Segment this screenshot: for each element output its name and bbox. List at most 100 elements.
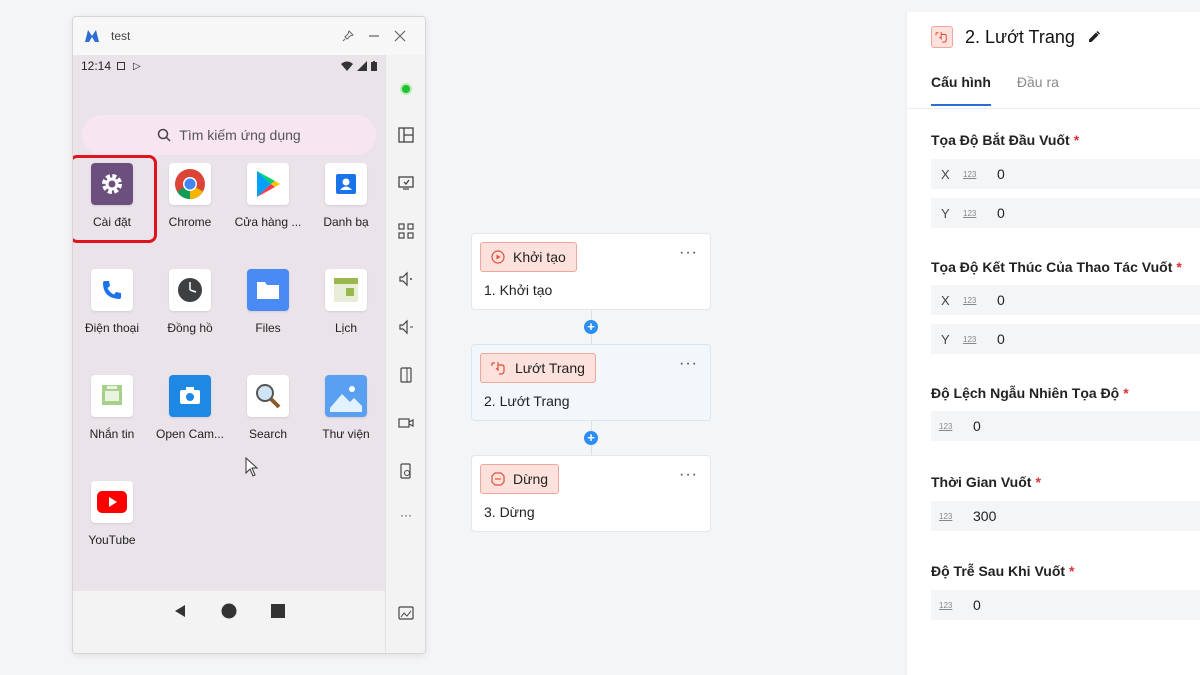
battery-icon (371, 61, 377, 71)
app-label: Files (255, 321, 281, 335)
app-files[interactable]: Files (229, 269, 307, 335)
app-phone[interactable]: Điện thoại (73, 269, 151, 335)
edit-pencil-icon[interactable] (1087, 30, 1101, 44)
app-label: Đồng hồ (167, 321, 213, 335)
add-step-plus-icon[interactable]: + (584, 320, 598, 334)
volume-up-icon[interactable] (396, 269, 416, 289)
flow-node-scroll[interactable]: Lướt Trang ··· 2. Lướt Trang (471, 344, 711, 421)
app-label: Thư viện (322, 427, 370, 441)
app-label: Chrome (168, 215, 212, 229)
play-store-icon (247, 163, 289, 205)
tab-output[interactable]: Đầu ra (1017, 74, 1059, 106)
emulator-toolbar: ··· (385, 55, 425, 653)
panel-title: 2. Lướt Trang (965, 26, 1075, 47)
app-youtube[interactable]: YouTube (73, 481, 151, 547)
clock-icon (169, 269, 211, 311)
recents-icon[interactable] (271, 604, 285, 618)
play-icon: ▷ (133, 60, 141, 72)
random-offset-input[interactable]: 123 0 (931, 411, 1200, 441)
more-icon[interactable]: ··· (396, 505, 416, 525)
signal-icon (357, 61, 367, 71)
number-type-icon: 123 (939, 511, 953, 521)
volume-down-icon[interactable] (396, 317, 416, 337)
app-chrome[interactable]: Chrome (151, 163, 229, 229)
back-icon[interactable] (173, 604, 187, 618)
number-type-icon: 123 (963, 334, 977, 344)
status-indicator (396, 79, 416, 99)
shake-icon[interactable] (396, 461, 416, 481)
app-label: Điện thoại (84, 321, 140, 335)
app-label: Nhắn tin (89, 427, 135, 441)
qr-code-icon[interactable] (396, 221, 416, 241)
delay-input[interactable]: 123 0 (931, 590, 1200, 620)
app-calendar[interactable]: Lịch (307, 269, 385, 335)
app-search[interactable]: Search (229, 375, 307, 441)
start-coord-label: Tọa Độ Bắt Đầu Vuốt * (931, 132, 1080, 148)
home-icon[interactable] (221, 603, 237, 619)
tab-divider (907, 108, 1200, 109)
app-logo-icon (85, 30, 99, 42)
node-tag: Lướt Trang (480, 353, 596, 383)
flow-node-stop[interactable]: Dừng ··· 3. Dừng (471, 455, 711, 532)
app-label: Search (248, 427, 288, 441)
layout-icon[interactable] (396, 125, 416, 145)
app-label: Cửa hàng ... (234, 215, 302, 229)
start-x-input[interactable]: X 123 0 (931, 159, 1200, 189)
app-gallery[interactable]: Thư viện (307, 375, 385, 441)
node-tag: Khởi tạo (480, 242, 577, 272)
swipe-icon (931, 26, 953, 48)
search-app-icon (247, 375, 289, 417)
node-title: 2. Lướt Trang (484, 393, 570, 409)
stop-icon (491, 472, 505, 486)
flow-node-init[interactable]: Khởi tạo ··· 1. Khởi tạo (471, 233, 711, 310)
node-more-button[interactable]: ··· (679, 466, 698, 484)
end-coord-label: Tọa Độ Kết Thúc Của Thao Tác Vuốt * (931, 259, 1182, 275)
app-contacts[interactable]: Danh bạ (307, 163, 385, 229)
swipe-time-input[interactable]: 123 300 (931, 501, 1200, 531)
number-type-icon: 123 (963, 208, 977, 218)
app-play-store[interactable]: Cửa hàng ... (229, 163, 307, 229)
emulator-title: test (111, 29, 131, 43)
record-icon[interactable] (396, 413, 416, 433)
chrome-icon (169, 163, 211, 205)
app-clock[interactable]: Đồng hồ (151, 269, 229, 335)
number-type-icon: 123 (939, 600, 953, 610)
app-settings[interactable]: Cài đặt (73, 155, 157, 243)
number-type-icon: 123 (963, 295, 977, 305)
end-x-input[interactable]: X 123 0 (931, 285, 1200, 315)
start-icon (491, 250, 505, 264)
node-title: 1. Khởi tạo (484, 282, 553, 298)
emulator-window: test 12:14 ▷ Tìm kiếm ứng dụng Cài đặt C… (72, 16, 426, 654)
contacts-icon (325, 163, 367, 205)
swipe-icon (491, 362, 505, 375)
files-icon (247, 269, 289, 311)
end-y-input[interactable]: Y 123 0 (931, 324, 1200, 354)
notification-icon (117, 62, 126, 70)
add-step-plus-icon[interactable]: + (584, 431, 598, 445)
node-tag: Dừng (480, 464, 560, 494)
close-icon[interactable] (387, 23, 413, 49)
youtube-icon (91, 481, 133, 523)
node-more-button[interactable]: ··· (679, 244, 698, 262)
screen-sync-icon[interactable] (396, 173, 416, 193)
app-search-bar[interactable]: Tìm kiếm ứng dụng (82, 115, 376, 155)
wifi-icon (341, 61, 353, 71)
node-more-button[interactable]: ··· (679, 355, 698, 373)
app-messages[interactable]: Nhắn tin (73, 375, 151, 441)
app-label: YouTube (88, 533, 136, 547)
tab-config[interactable]: Cấu hình (931, 74, 991, 106)
search-placeholder: Tìm kiếm ứng dụng (179, 127, 301, 143)
mouse-cursor-icon (245, 457, 259, 477)
start-y-input[interactable]: Y 123 0 (931, 198, 1200, 228)
pin-icon[interactable] (335, 23, 361, 49)
emulator-titlebar: test (73, 17, 425, 55)
number-type-icon: 123 (963, 169, 977, 179)
phone-icon (91, 269, 133, 311)
panel-tabs: Cấu hình Đầu ra (931, 74, 1059, 106)
app-open-camera[interactable]: Open Cam... (151, 375, 229, 441)
minimize-icon[interactable] (361, 23, 387, 49)
screenshot-icon[interactable] (396, 603, 416, 623)
rotate-icon[interactable] (396, 365, 416, 385)
app-label: Danh bạ (323, 215, 369, 229)
config-panel: 2. Lướt Trang Cấu hình Đầu ra Tọa Độ Bắt… (906, 12, 1200, 675)
